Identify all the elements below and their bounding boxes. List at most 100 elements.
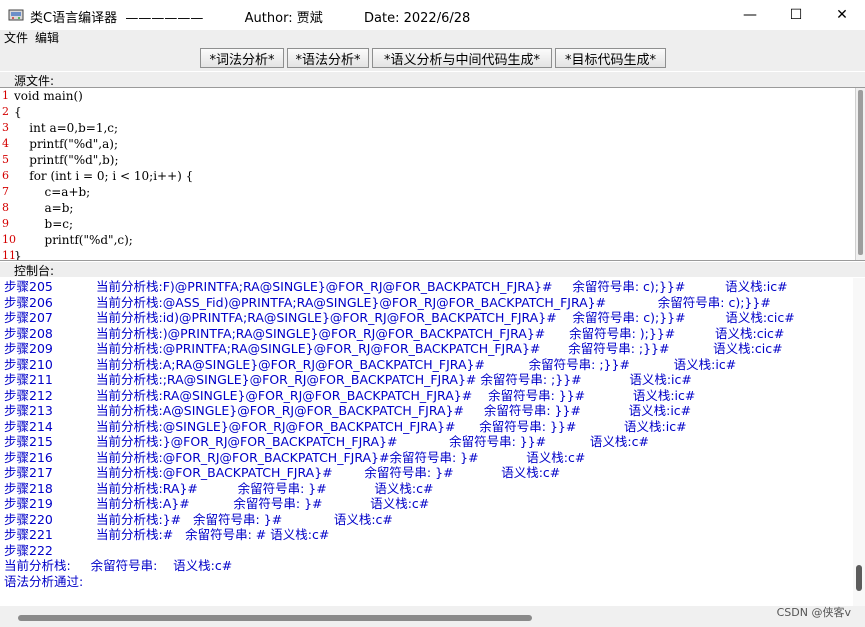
line-number: 2 <box>2 105 9 118</box>
console-text: 当前分析栈:RA}# 余留符号串: }# 语义栈:c# <box>96 480 434 496</box>
console-line: 步骤217 当前分析栈:@FOR_BACKPATCH_FJRA}# 余留符号串: … <box>4 465 560 481</box>
console-output[interactable]: 步骤205 当前分析栈:F)@PRINTFA;RA@SINGLE}@FOR_RJ@… <box>0 278 865 606</box>
line-number: 9 <box>2 217 9 230</box>
maximize-button[interactable]: ☐ <box>773 0 819 30</box>
code-line: printf("%d",b); <box>14 153 119 167</box>
console-step: 步骤217 <box>4 465 53 480</box>
console-text: 当前分析栈:RA@SINGLE}@FOR_RJ@FOR_BACKPATCH_FJ… <box>96 387 696 403</box>
source-label-bar: 源文件: <box>0 72 865 88</box>
console-label-bar: 控制台: <box>0 262 865 278</box>
console-text: 当前分析栈:F)@PRINTFA;RA@SINGLE}@FOR_RJ@FOR_B… <box>96 279 788 294</box>
code-line: b=c; <box>14 217 74 231</box>
console-text: 语法分析通过: <box>4 573 84 589</box>
code-text[interactable]: void main() { int a=0,b=1,c; printf("%d"… <box>14 88 194 261</box>
console-step: 步骤219 <box>4 496 53 511</box>
minimize-button[interactable]: — <box>727 0 773 30</box>
console-text: 当前分析栈:}# 余留符号串: }# 语义栈:c# <box>96 511 393 527</box>
console-text: 当前分析栈:id)@PRINTFA;RA@SINGLE}@FOR_RJ@FOR_… <box>96 310 795 325</box>
semantic-analysis-button[interactable]: *语义分析与中间代码生成* <box>372 48 552 68</box>
console-line: 步骤210 当前分析栈:A;RA@SINGLE}@FOR_RJ@FOR_BACKP… <box>4 357 736 373</box>
console-line: 当前分析栈: 余留符号串: 语义栈:c# <box>4 558 232 574</box>
console-horizontal-scrollbar[interactable] <box>0 606 865 627</box>
source-editor[interactable]: 1 2 3 4 5 6 7 8 9 10 11 void main() { in… <box>0 87 865 261</box>
console-text: 当前分析栈:A}# 余留符号串: }# 语义栈:c# <box>96 496 430 511</box>
console-line: 步骤220 当前分析栈:}# 余留符号串: }# 语义栈:c# <box>4 512 393 528</box>
console-line: 步骤206 当前分析栈:@ASS_Fid)@PRINTFA;RA@SINGLE}@… <box>4 295 771 311</box>
console-text: 当前分析栈:A@SINGLE}@FOR_RJ@FOR_BACKPATCH_FJR… <box>96 403 692 418</box>
console-step: 步骤211 <box>4 372 53 387</box>
console-step: 步骤213 <box>4 403 53 418</box>
code-line: { <box>14 105 22 119</box>
console-step: 步骤220 <box>4 511 53 527</box>
horizontal-scroll-thumb[interactable] <box>18 615 532 621</box>
console-step: 步骤206 <box>4 294 53 310</box>
close-icon: ✕ <box>836 7 848 23</box>
console-line: 步骤211 当前分析栈:;RA@SINGLE}@FOR_RJ@FOR_BACKPA… <box>4 372 692 388</box>
console-line: 步骤209 当前分析栈:@PRINTFA;RA@SINGLE}@FOR_RJ@FO… <box>4 341 783 357</box>
code-line: } <box>14 249 22 261</box>
console-text: 当前分析栈:;RA@SINGLE}@FOR_RJ@FOR_BACKPATCH_F… <box>96 372 692 387</box>
console-step: 步骤212 <box>4 387 53 403</box>
target-code-button[interactable]: *目标代码生成* <box>555 48 666 68</box>
line-numbers: 1 2 3 4 5 6 7 8 9 10 11 <box>0 88 16 261</box>
toolbar: *词法分析* *语法分析* *语义分析与中间代码生成* *目标代码生成* <box>0 45 865 71</box>
title-bar: 类C语言编译器 —————— Author: 贾斌 Date: 2022/6/2… <box>0 0 865 30</box>
console-text: 当前分析栈: 余留符号串: 语义栈:c# <box>4 558 233 573</box>
line-number: 11 <box>2 249 16 261</box>
console-text: 当前分析栈:# 余留符号串: # 语义栈:c# <box>96 527 330 542</box>
syntax-analysis-button[interactable]: *语法分析* <box>287 48 369 68</box>
console-line: 语法分析通过: <box>4 574 83 590</box>
code-line: for (int i = 0; i < 10;i++) { <box>14 169 194 183</box>
menu-file[interactable]: 文件 <box>4 29 28 46</box>
console-step: 步骤215 <box>4 434 53 449</box>
editor-scroll-thumb[interactable] <box>858 90 863 255</box>
console-line: 步骤216 当前分析栈:@FOR_RJ@FOR_BACKPATCH_FJRA}#余… <box>4 450 585 466</box>
console-step: 步骤209 <box>4 341 53 356</box>
console-vertical-scrollbar[interactable] <box>853 278 865 606</box>
console-line: 步骤218 当前分析栈:RA}# 余留符号串: }# 语义栈:c# <box>4 481 433 497</box>
console-text: 当前分析栈:@FOR_BACKPATCH_FJRA}# 余留符号串: }# 语义… <box>96 465 561 480</box>
console-line: 步骤212 当前分析栈:RA@SINGLE}@FOR_RJ@FOR_BACKPAT… <box>4 388 695 404</box>
console-step: 步骤221 <box>4 527 53 542</box>
lexical-analysis-button[interactable]: *词法分析* <box>200 48 284 68</box>
console-label: 控制台: <box>14 264 55 278</box>
console-text: 当前分析栈:}@FOR_RJ@FOR_BACKPATCH_FJRA}# 余留符号… <box>96 434 649 449</box>
console-step: 步骤218 <box>4 480 53 496</box>
console-line: 步骤219 当前分析栈:A}# 余留符号串: }# 语义栈:c# <box>4 496 429 512</box>
console-step: 步骤207 <box>4 310 53 325</box>
console-step: 步骤210 <box>4 356 53 372</box>
console-line: 步骤207 当前分析栈:id)@PRINTFA;RA@SINGLE}@FOR_RJ… <box>4 310 795 326</box>
console-line: 步骤213 当前分析栈:A@SINGLE}@FOR_RJ@FOR_BACKPATC… <box>4 403 691 419</box>
console-text: 当前分析栈:@PRINTFA;RA@SINGLE}@FOR_RJ@FOR_BAC… <box>96 341 783 356</box>
close-button[interactable]: ✕ <box>819 0 865 30</box>
line-number: 7 <box>2 185 9 198</box>
line-number: 3 <box>2 121 9 134</box>
console-scroll-thumb[interactable] <box>856 565 862 591</box>
code-line: void main() <box>14 89 83 103</box>
compiler-app-icon <box>8 7 24 23</box>
code-line: printf("%d",a); <box>14 137 119 151</box>
watermark: CSDN @侠客v <box>776 606 851 619</box>
window-title: 类C语言编译器 —————— Author: 贾斌 Date: 2022/6/2… <box>30 11 471 26</box>
console-text: 当前分析栈:@SINGLE}@FOR_RJ@FOR_BACKPATCH_FJRA… <box>96 418 687 434</box>
code-line: printf("%d",c); <box>14 233 133 247</box>
console-step: 步骤214 <box>4 418 53 434</box>
code-line: int a=0,b=1,c; <box>14 121 119 135</box>
code-line: c=a+b; <box>14 185 91 199</box>
editor-vertical-scrollbar[interactable] <box>855 88 865 260</box>
console-step: 步骤208 <box>4 325 53 341</box>
console-step: 步骤205 <box>4 279 53 294</box>
console-step: 步骤222 <box>4 542 53 558</box>
console-text: 当前分析栈:A;RA@SINGLE}@FOR_RJ@FOR_BACKPATCH_… <box>96 356 737 372</box>
line-number: 6 <box>2 169 9 182</box>
line-number: 8 <box>2 201 9 214</box>
menu-edit[interactable]: 编辑 <box>35 29 59 46</box>
console-line: 步骤215 当前分析栈:}@FOR_RJ@FOR_BACKPATCH_FJRA}#… <box>4 434 649 450</box>
console-text: 当前分析栈:)@PRINTFA;RA@SINGLE}@FOR_RJ@FOR_BA… <box>96 325 785 341</box>
line-number: 5 <box>2 153 9 166</box>
console-line: 步骤205 当前分析栈:F)@PRINTFA;RA@SINGLE}@FOR_RJ@… <box>4 279 788 295</box>
console-line: 步骤208 当前分析栈:)@PRINTFA;RA@SINGLE}@FOR_RJ@F… <box>4 326 784 342</box>
console-text: 当前分析栈:@ASS_Fid)@PRINTFA;RA@SINGLE}@FOR_R… <box>96 294 771 310</box>
line-number: 4 <box>2 137 9 150</box>
console-line: 步骤222 <box>4 543 96 559</box>
